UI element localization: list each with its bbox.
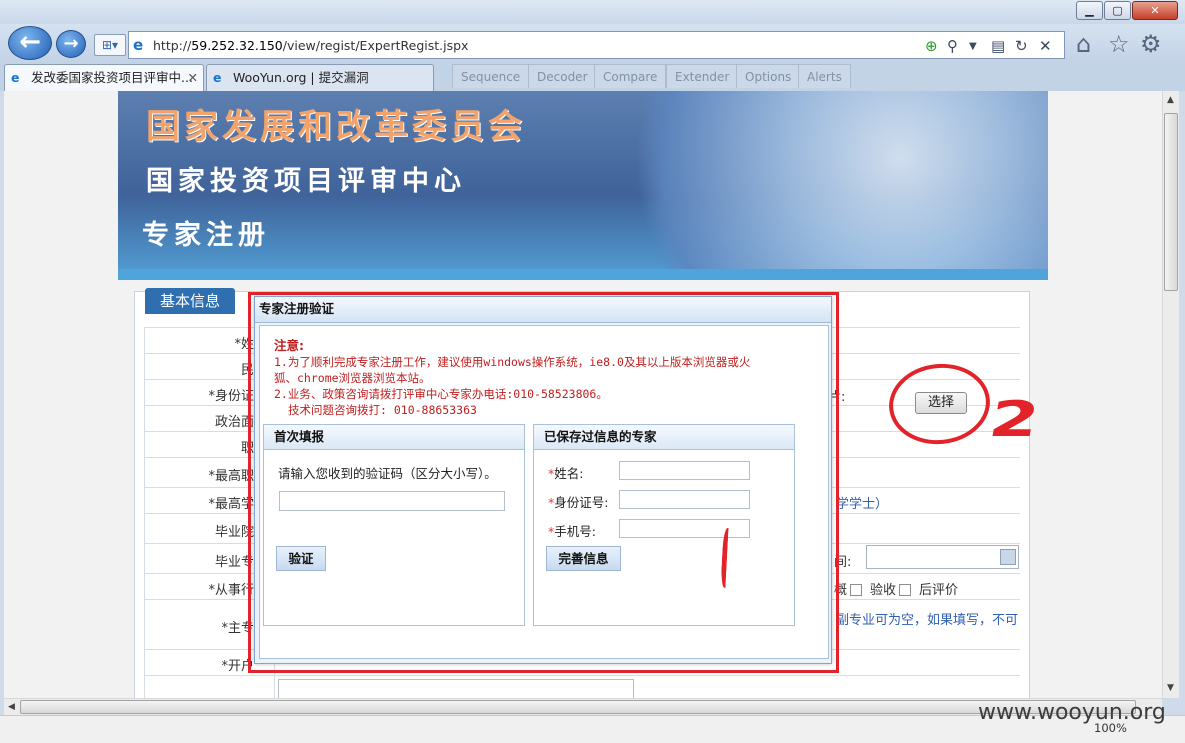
notice-title: 注意: bbox=[274, 338, 304, 353]
label-industry: *从事行 bbox=[208, 583, 254, 598]
checkbox[interactable] bbox=[850, 584, 863, 596]
label-text: 姓名: bbox=[554, 466, 584, 481]
gear-icon[interactable]: ⚙ bbox=[1140, 30, 1162, 58]
label-ethnicity: 民 bbox=[240, 363, 254, 378]
search-icon[interactable]: ⚲ bbox=[947, 37, 958, 55]
label-text: 身份证号: bbox=[554, 495, 609, 510]
url-path: /view/regist/ExpertRegist.jspx bbox=[282, 38, 469, 53]
ghost-tab: Compare bbox=[594, 64, 667, 88]
label-id-number: *身份证 bbox=[208, 389, 254, 404]
label-title: 职 bbox=[240, 441, 254, 456]
tab-expert-regist[interactable]: e 发改委国家投资项目评审中... ✕ bbox=[4, 64, 204, 91]
saved-phone-label: *手机号: bbox=[548, 524, 596, 539]
notice-line: 1.为了顺利完成专家注册工作，建议使用windows操作系统，ie8.0及其以上… bbox=[274, 355, 751, 369]
globe-image bbox=[588, 91, 1048, 280]
url-domain: 59.252.32.150 bbox=[191, 38, 283, 53]
watermark: www.wooyun.org bbox=[978, 700, 1166, 725]
ghost-tab: Sequence bbox=[452, 64, 530, 88]
horizontal-scroll-thumb[interactable] bbox=[20, 700, 1136, 714]
label-main-major: *主专 bbox=[221, 621, 254, 636]
ghost-tab: Extender bbox=[666, 64, 739, 88]
vertical-scrollbar[interactable]: ▲ ▼ bbox=[1162, 91, 1179, 698]
annotation-number-2: 2 bbox=[984, 390, 1044, 448]
banner-title-regist: 专家注册 bbox=[142, 220, 270, 251]
first-fill-header: 首次填报 bbox=[264, 425, 524, 450]
label-highest-title: *最高职 bbox=[208, 469, 254, 484]
notice-line: 技术问题咨询拨打: 010-88653363 bbox=[288, 403, 477, 417]
dialog-title: 专家注册验证 bbox=[255, 297, 831, 323]
row-divider bbox=[144, 675, 1020, 676]
ghost-tab: Decoder bbox=[528, 64, 597, 88]
saved-id-input[interactable] bbox=[619, 490, 750, 509]
check-label: 后评价 bbox=[919, 583, 959, 598]
tab-wooyun[interactable]: e WooYun.org | 提交漏洞 bbox=[206, 64, 434, 91]
review-checks: 概验收 后评价 bbox=[834, 579, 958, 598]
verify-button[interactable]: 验证 bbox=[276, 546, 326, 571]
tab-label: WooYun.org | 提交漏洞 bbox=[233, 70, 369, 85]
saved-name-label: *姓名: bbox=[548, 466, 584, 481]
address-bar[interactable]: e http://59.252.32.150/view/regist/Exper… bbox=[128, 31, 1065, 59]
ie-icon: e bbox=[133, 36, 144, 54]
saved-expert-pane: 已保存过信息的专家 *姓名: *身份证号: *手机号: 完善信息 bbox=[533, 424, 795, 626]
address-url[interactable]: http://59.252.32.150/view/regist/ExpertR… bbox=[153, 38, 468, 53]
ghost-tab: Alerts bbox=[798, 64, 851, 88]
label-text: 手机号: bbox=[554, 524, 596, 539]
scroll-left-icon[interactable]: ◀ bbox=[8, 702, 15, 712]
vertical-scroll-thumb[interactable] bbox=[1164, 113, 1178, 291]
degree-hint: 学学士） bbox=[836, 497, 889, 512]
new-tab-dropdown-icon[interactable]: ⊞▾ bbox=[94, 34, 126, 56]
label-school: 毕业院 bbox=[214, 525, 254, 540]
tab-label: 发改委国家投资项目评审中... bbox=[31, 70, 193, 85]
calendar-icon[interactable] bbox=[1000, 549, 1016, 565]
checkbox[interactable] bbox=[899, 584, 912, 596]
url-prefix: http:// bbox=[153, 38, 192, 53]
maximize-button[interactable]: ▢ bbox=[1104, 1, 1131, 20]
ie-icon: e bbox=[11, 70, 20, 85]
verify-code-prompt: 请输入您收到的验证码（区分大小写）。 bbox=[278, 466, 497, 481]
close-tab-icon[interactable]: ✕ bbox=[188, 65, 198, 90]
banner-title-center: 国家投资项目评审中心 bbox=[146, 166, 466, 197]
header-banner: 国家发展和改革委员会 国家投资项目评审中心 专家注册 bbox=[118, 91, 1048, 280]
compat-view-icon[interactable]: ▤ bbox=[991, 37, 1005, 55]
first-fill-pane: 首次填报 请输入您收到的验证码（区分大小写）。 验证 bbox=[263, 424, 525, 626]
favorites-star-icon[interactable]: ☆ bbox=[1108, 30, 1130, 58]
banner-stripe bbox=[118, 269, 1048, 280]
window-titlebar: ▁ ▢ ✕ bbox=[0, 0, 1185, 24]
check-label: 验收 bbox=[870, 583, 897, 598]
notice-block: 注意: 1.为了顺利完成专家注册工作，建议使用windows操作系统，ie8.0… bbox=[274, 338, 814, 418]
scroll-up-icon[interactable]: ▲ bbox=[1167, 95, 1174, 105]
date-input[interactable] bbox=[866, 545, 1019, 569]
dialog-body: 注意: 1.为了顺利完成专家注册工作，建议使用windows操作系统，ie8.0… bbox=[259, 325, 829, 659]
ghost-tab: Options bbox=[736, 64, 801, 88]
label-political: 政治面 bbox=[214, 415, 254, 430]
banner-title-ndrc: 国家发展和改革委员会 bbox=[146, 107, 526, 147]
close-window-button[interactable]: ✕ bbox=[1132, 1, 1178, 20]
label-major: 毕业专 bbox=[214, 555, 254, 570]
forward-button[interactable]: → bbox=[56, 30, 86, 58]
saved-id-label: *身份证号: bbox=[548, 495, 609, 510]
browser-navbar: ← → ⊞▾ e http://59.252.32.150/view/regis… bbox=[0, 24, 1185, 62]
expert-verify-dialog: 专家注册验证 注意: 1.为了顺利完成专家注册工作，建议使用windows操作系… bbox=[254, 296, 832, 664]
stop-icon[interactable]: ✕ bbox=[1039, 37, 1052, 55]
verify-code-input[interactable] bbox=[279, 491, 505, 511]
notice-line: 2.业务、政策咨询请拨打评审中心专家办电话:010-58523806。 bbox=[274, 387, 608, 401]
ie-icon: e bbox=[213, 70, 222, 85]
saved-name-input[interactable] bbox=[619, 461, 750, 480]
bank-input[interactable] bbox=[278, 679, 634, 698]
saved-expert-header: 已保存过信息的专家 bbox=[534, 425, 794, 450]
scroll-down-icon[interactable]: ▼ bbox=[1167, 683, 1174, 693]
home-icon[interactable]: ⌂ bbox=[1076, 30, 1091, 58]
label-highest-degree: *最高学 bbox=[208, 497, 254, 512]
tab-basic-info[interactable]: 基本信息 bbox=[145, 288, 235, 314]
label-bank: *开户 bbox=[221, 659, 254, 674]
major-hint: 副专业可为空，如果填写，不可 bbox=[836, 613, 1019, 628]
back-button[interactable]: ← bbox=[8, 26, 52, 60]
refresh-icon[interactable]: ↻ bbox=[1015, 37, 1028, 55]
complete-info-button[interactable]: 完善信息 bbox=[546, 546, 621, 571]
label-name: *姓 bbox=[234, 337, 254, 352]
dropdown-arrow-icon[interactable]: ▼ bbox=[969, 41, 977, 52]
notice-line: 狐、chrome浏览器浏览本站。 bbox=[274, 371, 431, 385]
add-icon[interactable]: ⊕ bbox=[925, 37, 938, 55]
minimize-button[interactable]: ▁ bbox=[1076, 1, 1103, 20]
